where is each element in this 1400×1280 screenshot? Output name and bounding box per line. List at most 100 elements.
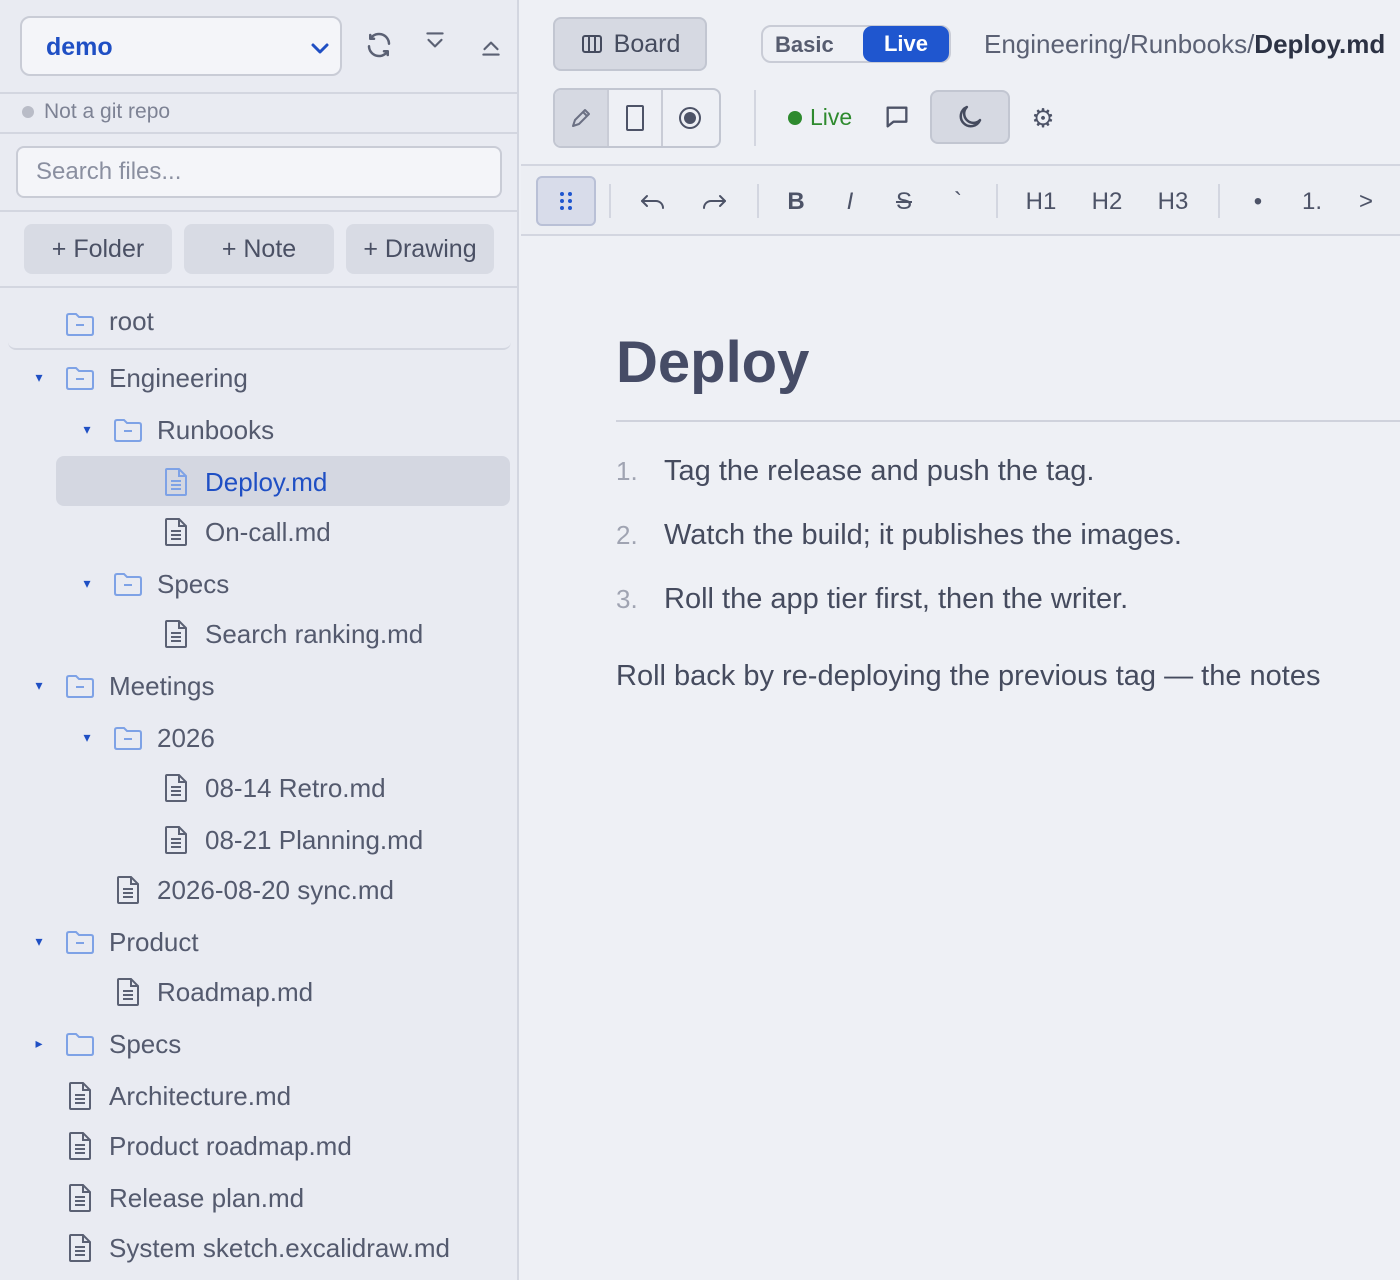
document-title[interactable]: Deploy [616, 330, 1400, 396]
strikethrough-button[interactable]: S [887, 182, 921, 222]
board-button[interactable]: Board [553, 17, 707, 71]
tree-item-label: Runbooks [157, 415, 275, 445]
inline-code-button[interactable]: ` [941, 182, 975, 222]
refresh-icon[interactable] [362, 28, 396, 62]
tree-file-row[interactable]: 08-14 Retro.md [0, 763, 517, 813]
tree-folder-row[interactable]: ▸ Specs [0, 1019, 517, 1069]
list-item-text: Tag the release and push the tag. [664, 455, 1095, 487]
list-item[interactable]: 2. Watch the build; it publishes the imag… [616, 519, 1182, 552]
mode-basic-tab[interactable]: Basic [775, 32, 834, 58]
preview-mode-button[interactable] [609, 90, 663, 146]
tree-folder-row[interactable]: ▾ 2026 [0, 713, 517, 763]
file-icon [160, 824, 192, 856]
tree-item-label: Meetings [109, 671, 215, 701]
tree-file-row[interactable]: 2026-08-20 sync.md [0, 865, 517, 915]
tree-file-row[interactable]: Product roadmap.md [0, 1121, 517, 1171]
list-item[interactable]: 3. Roll the app tier first, then the writ… [616, 583, 1128, 616]
folder-icon [64, 1028, 96, 1060]
bullet-list-button[interactable]: • [1241, 182, 1275, 222]
format-toolbar: B I S ` H1 H2 H3 • 1. > [521, 164, 1400, 236]
numbered-list-button[interactable]: 1. [1295, 182, 1329, 222]
tree-file-row[interactable]: On-call.md [0, 507, 517, 557]
caret-down-icon[interactable]: ▾ [32, 933, 46, 950]
tree-root-label: root [109, 306, 154, 336]
tree-folder-row[interactable]: ▾ Product [0, 917, 517, 967]
tree-item-label: Engineering [109, 363, 248, 393]
file-icon [160, 772, 192, 804]
repo-select[interactable]: demo [20, 16, 342, 76]
tree-file-row[interactable]: Architecture.md [0, 1071, 517, 1121]
folder-icon [64, 670, 96, 702]
add-folder-button[interactable]: + Folder [24, 224, 172, 274]
moon-icon [959, 105, 982, 128]
focus-mode-button[interactable] [663, 90, 717, 146]
caret-down-icon[interactable]: ▾ [32, 369, 46, 386]
expand-all-icon[interactable] [418, 24, 452, 58]
caret-right-icon[interactable]: ▸ [32, 1035, 46, 1052]
live-dot-icon [788, 110, 802, 125]
caret-down-icon[interactable]: ▾ [80, 575, 94, 592]
list-item[interactable]: 1. Tag the release and push the tag. [616, 455, 1094, 488]
heading-1-button[interactable]: H1 [1019, 182, 1063, 222]
tree-file-row[interactable]: System sketch.excalidraw.md [0, 1223, 517, 1273]
italic-button[interactable]: I [833, 182, 867, 222]
add-note-button[interactable]: + Note [184, 224, 334, 274]
heading-2-button[interactable]: H2 [1085, 182, 1129, 222]
tree-folder-row[interactable]: ▾ Meetings [0, 661, 517, 711]
blockquote-button[interactable]: > [1349, 182, 1383, 222]
search-files-input[interactable] [16, 146, 502, 198]
breadcrumb-path[interactable]: Engineering/Runbooks/ [984, 29, 1254, 59]
folder-icon [112, 568, 144, 600]
edit-mode-button[interactable] [555, 90, 609, 146]
settings-gear-icon[interactable]: ⚙ [1026, 102, 1060, 134]
tree-folder-row[interactable]: ▾ Runbooks [0, 405, 517, 455]
undo-icon[interactable] [633, 182, 673, 222]
status-dot-icon [22, 106, 34, 118]
folder-icon [66, 313, 94, 336]
chevron-down-icon [311, 43, 329, 54]
file-icon [112, 976, 144, 1008]
git-status: Not a git repo [22, 100, 170, 124]
toolbar-separator [754, 90, 756, 146]
mode-live-tab[interactable]: Live [863, 26, 949, 62]
tree-item-label: Architecture.md [109, 1081, 292, 1111]
drag-handle-button[interactable] [536, 176, 596, 226]
folder-icon [112, 722, 144, 754]
redo-icon[interactable] [694, 182, 734, 222]
tree-item-label: Specs [109, 1029, 182, 1059]
tree-folder-row[interactable]: ▾ Engineering [0, 353, 517, 403]
tree-file-row[interactable]: Deploy.md [0, 457, 517, 507]
caret-down-icon[interactable]: ▾ [80, 729, 94, 746]
breadcrumb-current: Deploy.md [1254, 29, 1386, 59]
file-icon [64, 1232, 96, 1264]
board-columns-icon [581, 35, 602, 53]
file-icon [64, 1080, 96, 1112]
heading-3-button[interactable]: H3 [1151, 182, 1195, 222]
board-label: Board [613, 29, 681, 58]
tree-item-label: Release plan.md [109, 1183, 305, 1213]
bold-button[interactable]: B [779, 182, 813, 222]
tree-item-label: System sketch.excalidraw.md [109, 1233, 451, 1263]
file-icon [160, 516, 192, 548]
title-divider [616, 420, 1400, 422]
caret-down-icon[interactable]: ▾ [32, 677, 46, 694]
file-icon [112, 874, 144, 906]
editor-pane: Board Basic Live Engineering/Runbooks/De… [521, 0, 1400, 1280]
tree-item-label: Search ranking.md [205, 619, 424, 649]
tree-file-row[interactable]: 08-21 Planning.md [0, 815, 517, 865]
view-mode-group [553, 88, 721, 148]
tree-file-row[interactable]: Release plan.md [0, 1173, 517, 1223]
divider [0, 92, 517, 94]
tree-file-row[interactable]: Search ranking.md [0, 609, 517, 659]
collapse-all-icon[interactable] [474, 30, 508, 64]
comment-icon[interactable] [880, 102, 914, 132]
dark-mode-toggle[interactable] [930, 90, 1010, 144]
document-paragraph[interactable]: Roll back by re-deploying the previous t… [616, 660, 1320, 693]
add-drawing-button[interactable]: + Drawing [346, 224, 494, 274]
tree-root[interactable]: root [8, 296, 511, 350]
folder-icon [64, 926, 96, 958]
caret-down-icon[interactable]: ▾ [80, 421, 94, 438]
tree-folder-row[interactable]: ▾ Specs [0, 559, 517, 609]
tree-file-row[interactable]: Roadmap.md [0, 967, 517, 1017]
tree-item-label: 2026 [157, 723, 215, 753]
